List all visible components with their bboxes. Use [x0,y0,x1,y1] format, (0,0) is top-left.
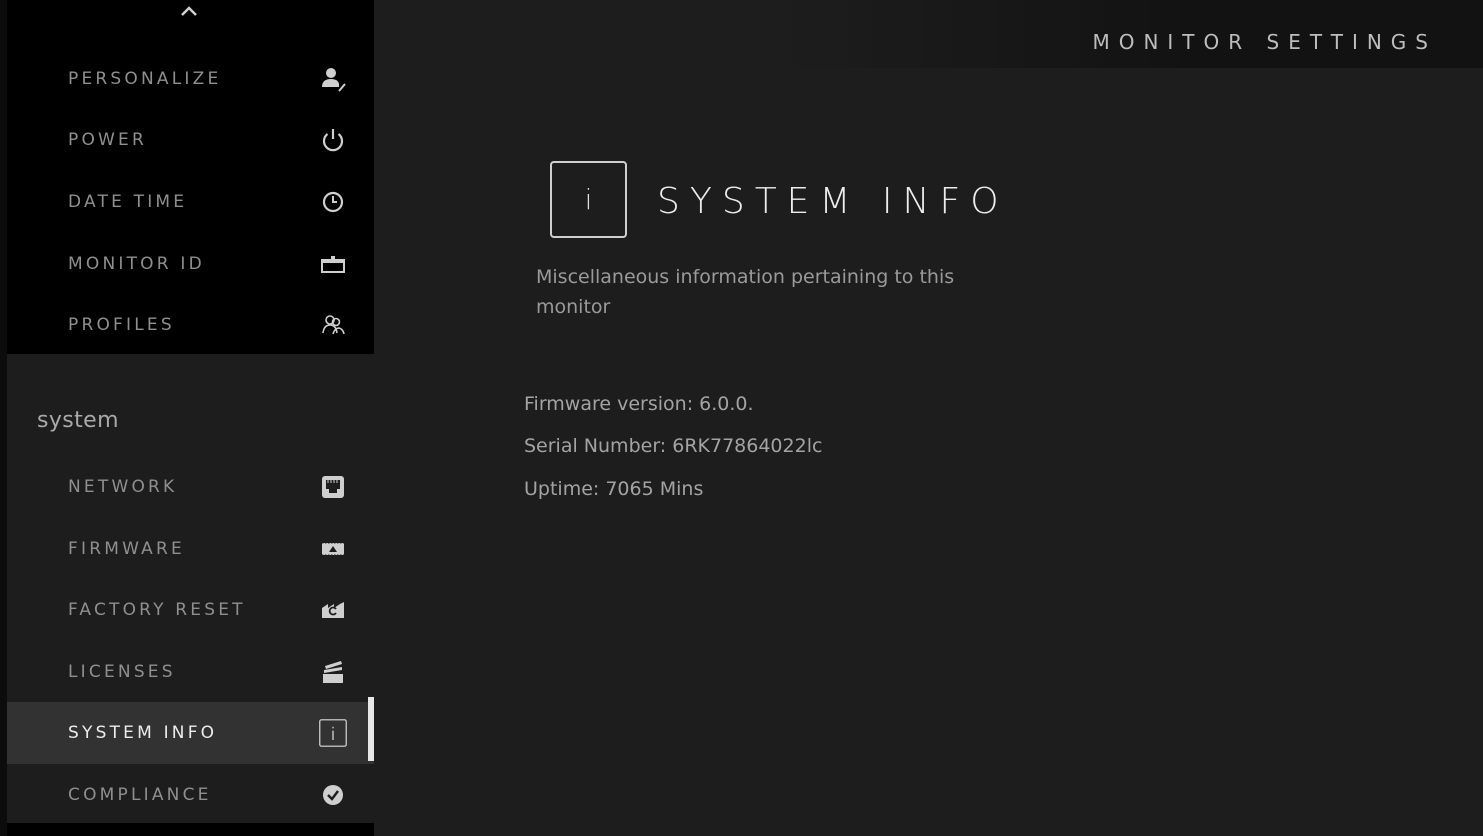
app-title: MONITOR SETTINGS [1092,30,1437,54]
check-circle-icon [319,781,347,809]
serial-number-text: Serial Number: 6RK77864022lc [524,435,823,457]
sidebar-item-system-info[interactable]: SYSTEM INFO [7,697,374,764]
sidebar-item-label: POWER [68,130,147,150]
section-heading-system: system [37,408,119,433]
factory-reset-icon [319,596,347,624]
sidebar-item-label: LICENSES [68,662,176,682]
left-edge-strip [0,0,7,836]
sidebar-item-label: PROFILES [68,315,175,335]
sidebar-item-personalize[interactable]: PERSONALIZE [7,48,374,110]
firmware-version-text: Firmware version: 6.0.0. [524,393,754,415]
uptime-text: Uptime: 7065 Mins [524,478,704,500]
cards-icon [319,658,347,686]
person-edit-icon [319,65,347,93]
sidebar-item-label: MONITOR ID [68,254,205,274]
id-tag-icon [319,250,347,278]
sidebar-item-factory-reset[interactable]: FACTORY RESET [7,579,374,641]
settings-sidebar: PERSONALIZE POWER DATE TIME MONITOR ID P… [7,0,374,836]
sidebar-item-label: PERSONALIZE [68,69,222,89]
sidebar-item-label: NETWORK [68,477,178,497]
sidebar-item-date-time[interactable]: DATE TIME [7,171,374,233]
sidebar-item-power[interactable]: POWER [7,109,374,171]
chip-icon [319,535,347,563]
sidebar-item-label: SYSTEM INFO [68,723,218,743]
sidebar-item-label: FACTORY RESET [68,600,246,620]
sidebar-item-firmware[interactable]: FIRMWARE [7,518,374,580]
chevron-up-icon[interactable] [178,4,200,18]
system-info-icon: i [550,161,627,238]
profiles-icon [319,311,347,339]
sidebar-item-label: DATE TIME [68,192,188,212]
sidebar-item-label: FIRMWARE [68,539,185,559]
page-description: Miscellaneous information pertaining to … [536,266,955,318]
sidebar-item-licenses[interactable]: LICENSES [7,641,374,703]
sidebar-item-compliance[interactable]: COMPLIANCE [7,764,374,826]
sidebar-item-monitor-id[interactable]: MONITOR ID [7,233,374,295]
sidebar-item-network[interactable]: NETWORK [7,456,374,518]
clock-icon [319,188,347,216]
sidebar-item-profiles[interactable]: PROFILES [7,294,374,356]
ethernet-port-icon [319,473,347,501]
sidebar-item-label: COMPLIANCE [68,785,212,805]
page-title: SYSTEM INFO [657,181,1009,222]
power-icon [319,126,347,154]
selection-indicator [368,697,374,761]
top-bar: MONITOR SETTINGS [374,0,1483,68]
info-icon [319,719,347,747]
